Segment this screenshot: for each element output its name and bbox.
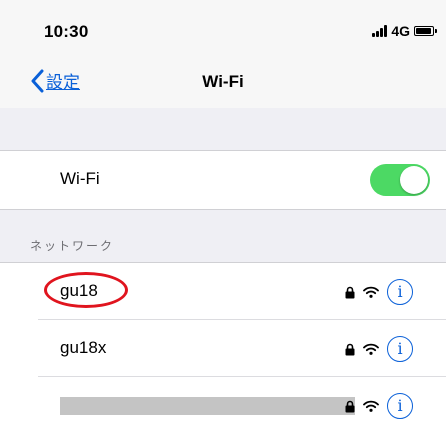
redacted-network-name — [60, 397, 355, 415]
lock-icon — [345, 343, 355, 355]
status-time: 10:30 — [44, 22, 89, 41]
lock-icon — [345, 400, 355, 412]
networks-section-header: ネットワーク — [30, 239, 115, 253]
info-icon[interactable]: i — [387, 279, 413, 305]
status-bar: 10:30 4G — [0, 0, 446, 58]
page-title: Wi-Fi — [202, 72, 244, 91]
network-icons: i — [345, 393, 413, 419]
toggle-knob — [400, 166, 428, 194]
network-icons: i — [345, 336, 413, 362]
battery-icon — [414, 26, 437, 36]
status-indicators: 4G — [372, 23, 437, 39]
network-icons: i — [345, 279, 413, 305]
info-icon[interactable]: i — [387, 336, 413, 362]
network-row[interactable]: i — [0, 377, 446, 434]
wifi-toggle-row: Wi-Fi — [0, 150, 446, 210]
cellular-signal-icon — [372, 25, 388, 37]
lock-icon — [345, 286, 355, 298]
wifi-signal-icon — [363, 286, 379, 298]
group-spacer — [0, 108, 446, 150]
wifi-label: Wi-Fi — [60, 169, 100, 188]
navigation-bar: 設定 Wi-Fi — [0, 58, 446, 109]
network-row[interactable]: gu18x i — [0, 320, 446, 377]
wifi-toggle[interactable] — [370, 164, 430, 196]
network-name: gu18 — [60, 281, 98, 300]
network-name: gu18x — [60, 338, 107, 357]
info-icon[interactable]: i — [387, 393, 413, 419]
network-row[interactable]: gu18 i — [0, 263, 446, 320]
wifi-signal-icon — [363, 400, 379, 412]
network-list: gu18 i gu18x i i — [0, 262, 446, 434]
wifi-signal-icon — [363, 343, 379, 355]
network-type: 4G — [391, 23, 410, 39]
